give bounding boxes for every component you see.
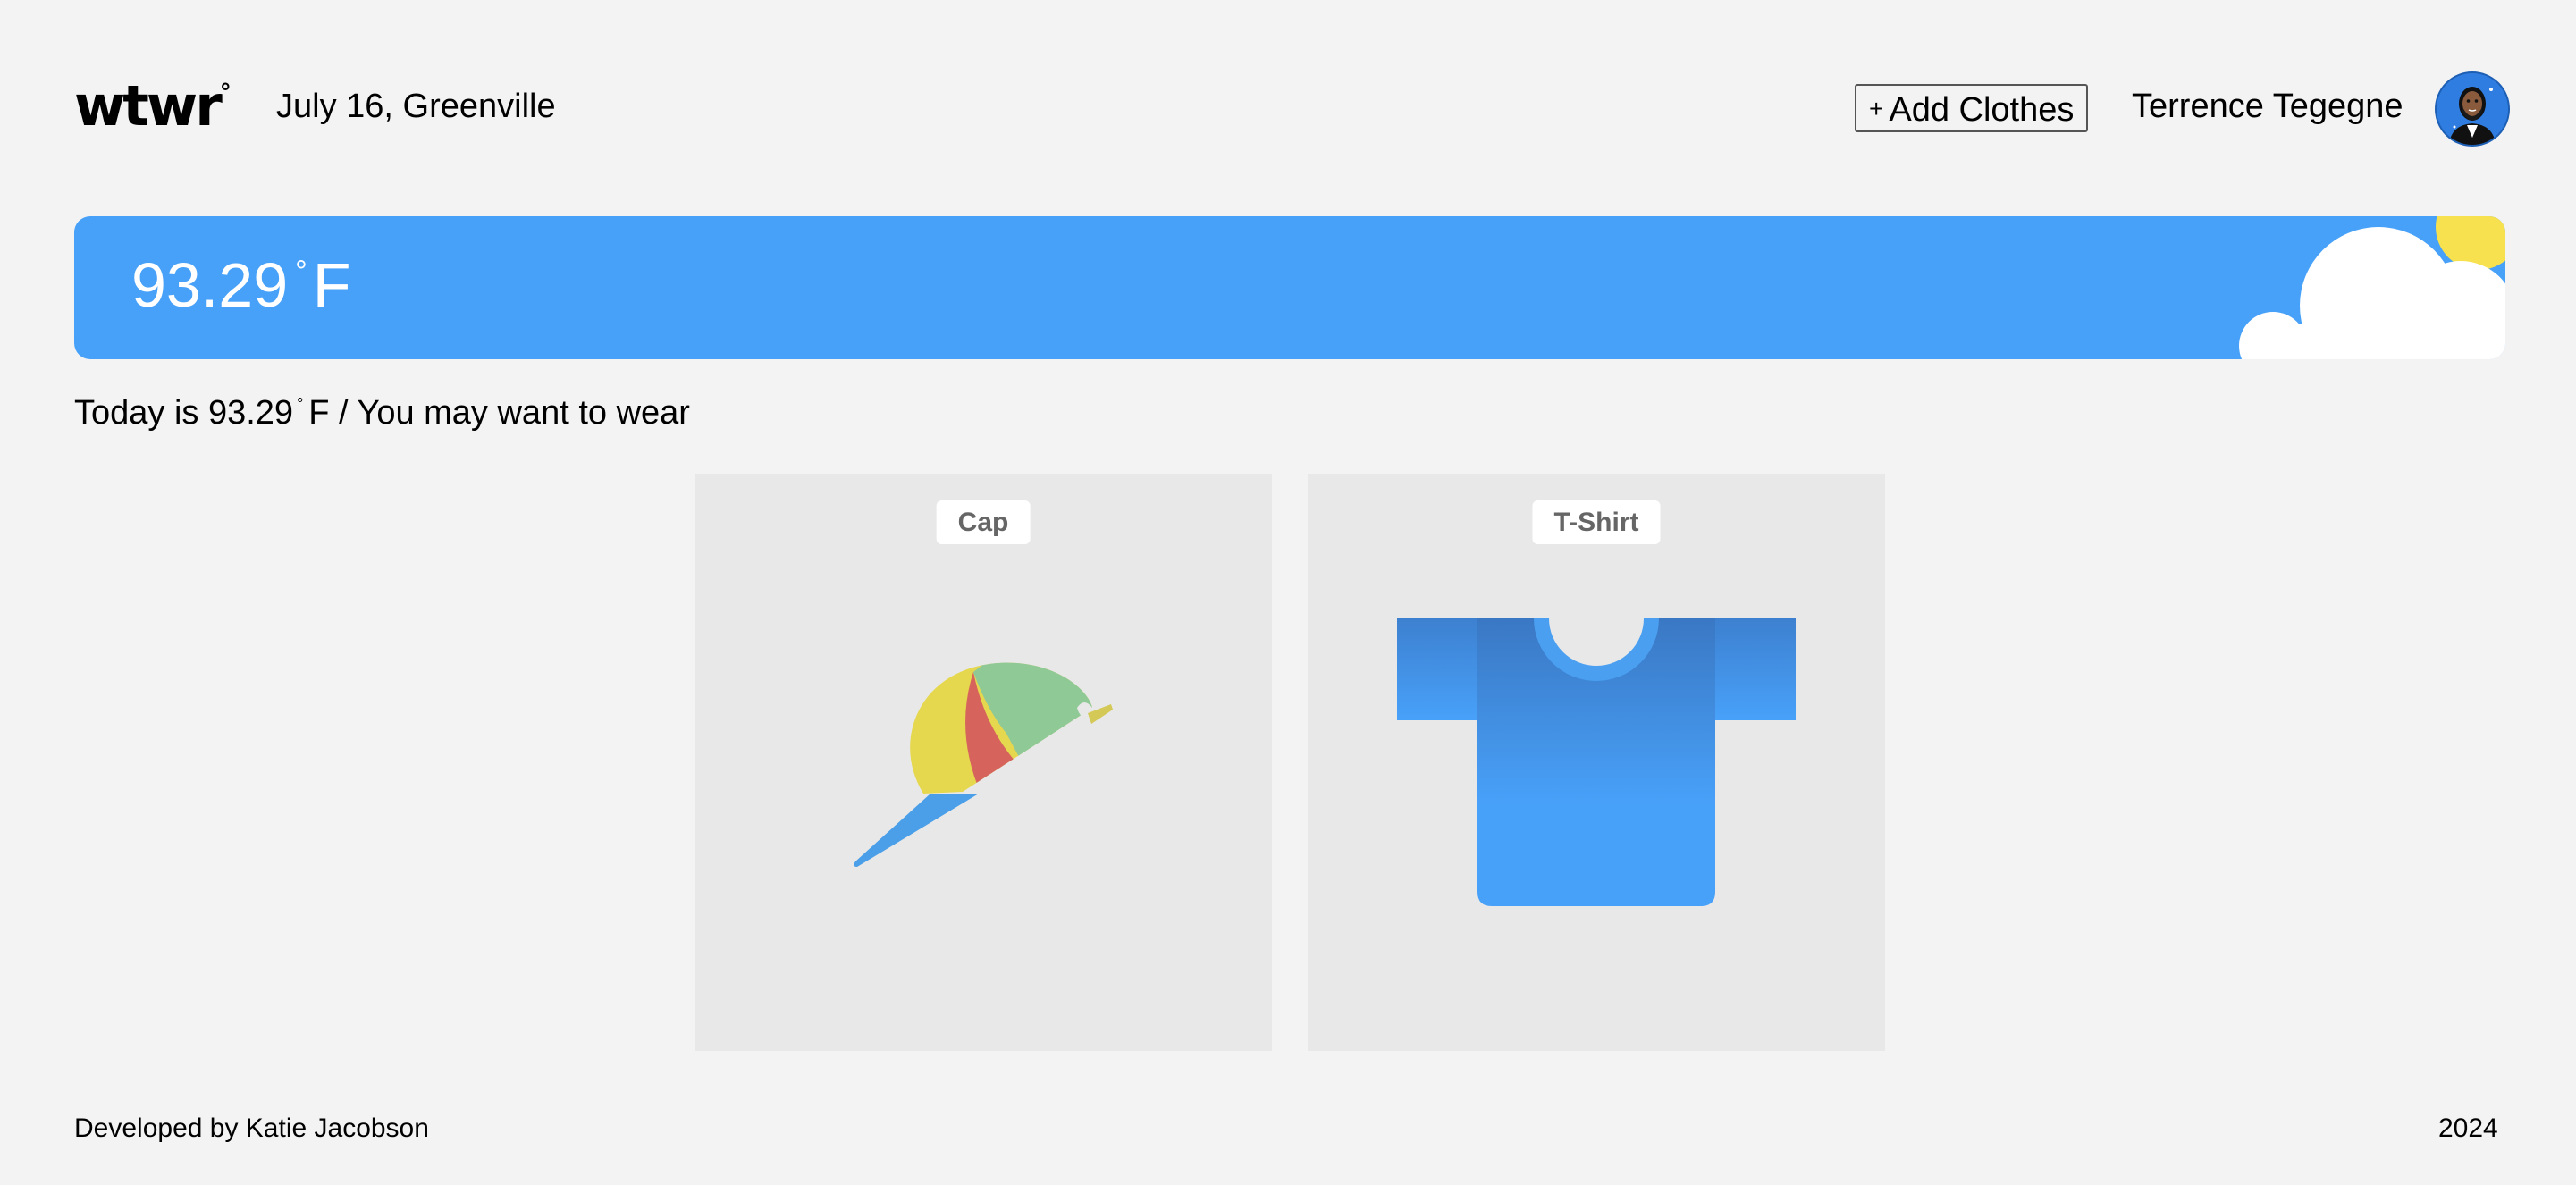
temperature-unit: F (312, 250, 351, 320)
footer-year: 2024 (2438, 1114, 2498, 1143)
date-location: July 16, Greenville (276, 88, 556, 125)
card-label: Cap (936, 500, 1031, 544)
add-clothes-label: Add Clothes (1889, 91, 2075, 129)
header: wtwr° July 16, Greenville + Add Clothes T… (74, 54, 2510, 164)
caption-degree: ° (297, 395, 304, 413)
add-clothes-button[interactable]: + Add Clothes (1855, 84, 2089, 132)
username[interactable]: Terrence Tegegne (2132, 89, 2403, 123)
clothing-card-t-shirt[interactable]: T-Shirt (1308, 474, 1885, 1051)
card-label: T-Shirt (1532, 500, 1661, 544)
weather-banner: 93.29 °F (74, 216, 2505, 359)
footer-credit: Developed by Katie Jacobson (74, 1114, 429, 1143)
logo[interactable]: wtwr° (74, 79, 232, 134)
sun-cloud-icon (2239, 216, 2505, 359)
caption-suffix: F / You may want to wear (308, 394, 690, 432)
logo-degree: ° (219, 80, 232, 107)
clothing-card-cap[interactable]: Cap (695, 474, 1272, 1051)
cap-icon (854, 662, 1113, 867)
degree-symbol: ° (295, 255, 307, 289)
caption-prefix: Today is 93.29 (74, 394, 294, 432)
temperature-display: 93.29 °F (131, 254, 351, 316)
user-avatar-icon[interactable] (2435, 71, 2510, 147)
plus-icon: + (1869, 95, 1884, 122)
page: wtwr° July 16, Greenville + Add Clothes T… (0, 0, 2576, 1185)
logo-text: wtwr (74, 73, 223, 139)
recommendation-caption: Today is 93.29 ° F / You may want to wear (74, 396, 690, 430)
temperature-value: 93.29 (131, 250, 289, 320)
t-shirt-icon (1397, 618, 1796, 906)
